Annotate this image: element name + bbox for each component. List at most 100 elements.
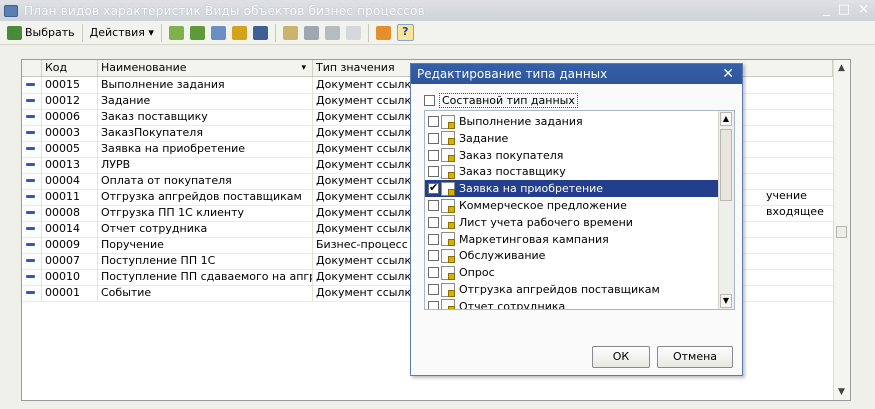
scroll-down-icon[interactable]: ▼ xyxy=(836,386,847,398)
document-type-icon xyxy=(441,198,455,213)
document-type-icon xyxy=(441,282,455,297)
row-marker-icon xyxy=(22,157,42,173)
type-checkbox[interactable] xyxy=(428,132,439,144)
type-checkbox[interactable] xyxy=(428,233,439,245)
scroll-up-icon[interactable]: ▲ xyxy=(836,62,847,74)
type-list-item[interactable]: Выполнение задания xyxy=(425,113,721,130)
add-button[interactable] xyxy=(166,23,187,43)
actions-label: Действия ▾ xyxy=(89,26,154,39)
type-checkbox[interactable] xyxy=(428,300,439,309)
type-checkbox[interactable] xyxy=(428,284,439,295)
type-list-item[interactable]: Коммерческое предложение xyxy=(425,197,721,214)
type-item-label: Лист учета рабочего времени xyxy=(459,215,633,229)
hierarchy-icon xyxy=(282,25,298,40)
type-list-item[interactable]: Задание xyxy=(425,130,721,147)
maximize-button[interactable]: □ xyxy=(838,2,850,17)
type-list-item[interactable]: Заявка на приобретение xyxy=(425,180,721,198)
type-list-scroll-thumb[interactable] xyxy=(720,129,732,201)
type-list-item[interactable]: Заказ поставщику xyxy=(425,163,721,180)
add-group-button[interactable] xyxy=(187,23,208,43)
type-list-item[interactable]: Отгрузка апгрейдов поставщикам xyxy=(425,281,721,298)
cancel-button[interactable]: Отмена xyxy=(657,346,733,368)
name-cell: Событие xyxy=(98,285,313,301)
code-cell: 00006 xyxy=(42,109,98,125)
document-type-icon xyxy=(441,265,455,280)
refresh-button[interactable] xyxy=(373,23,394,43)
dialog-close-icon[interactable]: ✕ xyxy=(722,64,734,84)
clear-filter-button[interactable] xyxy=(343,23,364,43)
type-list-item[interactable]: Маркетинговая кампания xyxy=(425,231,721,248)
row-marker-icon xyxy=(22,141,42,157)
code-cell: 00009 xyxy=(42,237,98,253)
type-item-label: Опрос xyxy=(459,266,495,280)
copy-button[interactable] xyxy=(208,23,229,43)
name-cell: Заявка на приобретение xyxy=(98,141,313,157)
type-item-label: Коммерческое предложение xyxy=(459,199,627,212)
code-cell: 00004 xyxy=(42,173,98,189)
help-button[interactable]: ? xyxy=(394,23,417,43)
toolbar-separator xyxy=(367,23,369,42)
composite-type-checkbox[interactable]: Составной тип данных xyxy=(424,93,578,108)
window-controls: _ □ × xyxy=(823,2,869,17)
list-scroll-up-icon[interactable]: ▲ xyxy=(720,112,732,126)
type-list-scrollbar[interactable]: ▲ ▼ xyxy=(718,111,734,309)
window-title: План видов характеристик Виды объектов б… xyxy=(24,3,425,18)
document-type-icon xyxy=(441,148,455,163)
type-checkbox[interactable] xyxy=(428,116,439,127)
type-item-label: Маркетинговая кампания xyxy=(459,232,609,246)
row-marker-icon xyxy=(22,93,42,109)
edit-button[interactable] xyxy=(229,23,250,43)
type-list-item[interactable]: Отчет сотрудника xyxy=(425,298,721,310)
row-marker-icon xyxy=(22,125,42,141)
type-list-item[interactable]: Опрос xyxy=(425,264,721,281)
minimize-button[interactable]: _ xyxy=(823,2,830,17)
hierarchy-button[interactable] xyxy=(280,23,301,43)
delete-mark-button[interactable] xyxy=(250,23,271,43)
list-scroll-down-icon[interactable]: ▼ xyxy=(720,294,732,308)
ok-button[interactable]: ОК xyxy=(592,346,650,368)
sort-down-icon: ▾ xyxy=(301,63,306,73)
select-button[interactable]: Выбрать xyxy=(4,23,78,43)
document-type-icon xyxy=(441,299,455,309)
document-type-icon xyxy=(441,164,455,179)
document-type-icon xyxy=(441,114,455,129)
composite-type-checkbox-box[interactable] xyxy=(424,95,435,106)
row-marker-icon xyxy=(22,205,42,221)
type-checkbox[interactable] xyxy=(428,200,439,211)
filter-icon xyxy=(324,25,340,40)
type-checkbox[interactable] xyxy=(428,181,439,195)
type-list[interactable]: Выполнение задания Задание Заказ покупател… xyxy=(424,110,735,310)
name-cell: ЗаказПокупателя xyxy=(98,125,313,141)
filter-button[interactable] xyxy=(322,23,343,43)
row-marker-icon xyxy=(22,173,42,189)
code-cell: 00005 xyxy=(42,141,98,157)
column-header-code[interactable]: Код xyxy=(42,60,98,76)
column-header-name-label: Наименование xyxy=(101,61,187,74)
type-list-item[interactable]: Обслуживание xyxy=(425,247,721,264)
tree-icon xyxy=(303,25,319,40)
actions-menu[interactable]: Действия ▾ xyxy=(87,23,157,43)
scroll-thumb[interactable] xyxy=(836,226,847,238)
type-list-item[interactable]: Лист учета рабочего времени xyxy=(425,214,721,231)
type-item-label: Отчет сотрудника xyxy=(459,299,566,310)
name-cell: Отгрузка апгрейдов поставщикам xyxy=(98,189,313,205)
type-checkbox[interactable] xyxy=(428,149,439,161)
select-label: Выбрать xyxy=(25,26,75,39)
tree-button[interactable] xyxy=(301,23,322,43)
column-header-name[interactable]: Наименование ▾ xyxy=(98,60,313,76)
name-cell: Отгрузка ПП 1С клиенту xyxy=(98,205,313,221)
row-marker-icon xyxy=(22,237,42,253)
name-cell: Поступление ПП 1С xyxy=(98,253,313,269)
type-list-item[interactable]: Заказ покупателя xyxy=(425,147,721,164)
table-vertical-scrollbar[interactable]: ▲ ▼ xyxy=(833,60,850,400)
row-marker-icon xyxy=(22,109,42,125)
type-item-label: Заказ покупателя xyxy=(459,148,564,162)
edit-icon xyxy=(231,25,247,40)
close-window-button[interactable]: × xyxy=(858,2,869,17)
type-checkbox[interactable] xyxy=(428,216,439,228)
toolbar-separator xyxy=(274,23,276,42)
type-checkbox[interactable] xyxy=(428,267,439,279)
window-titlebar: План видов характеристик Виды объектов б… xyxy=(0,0,875,21)
type-checkbox[interactable] xyxy=(428,166,439,178)
type-checkbox[interactable] xyxy=(428,250,439,262)
